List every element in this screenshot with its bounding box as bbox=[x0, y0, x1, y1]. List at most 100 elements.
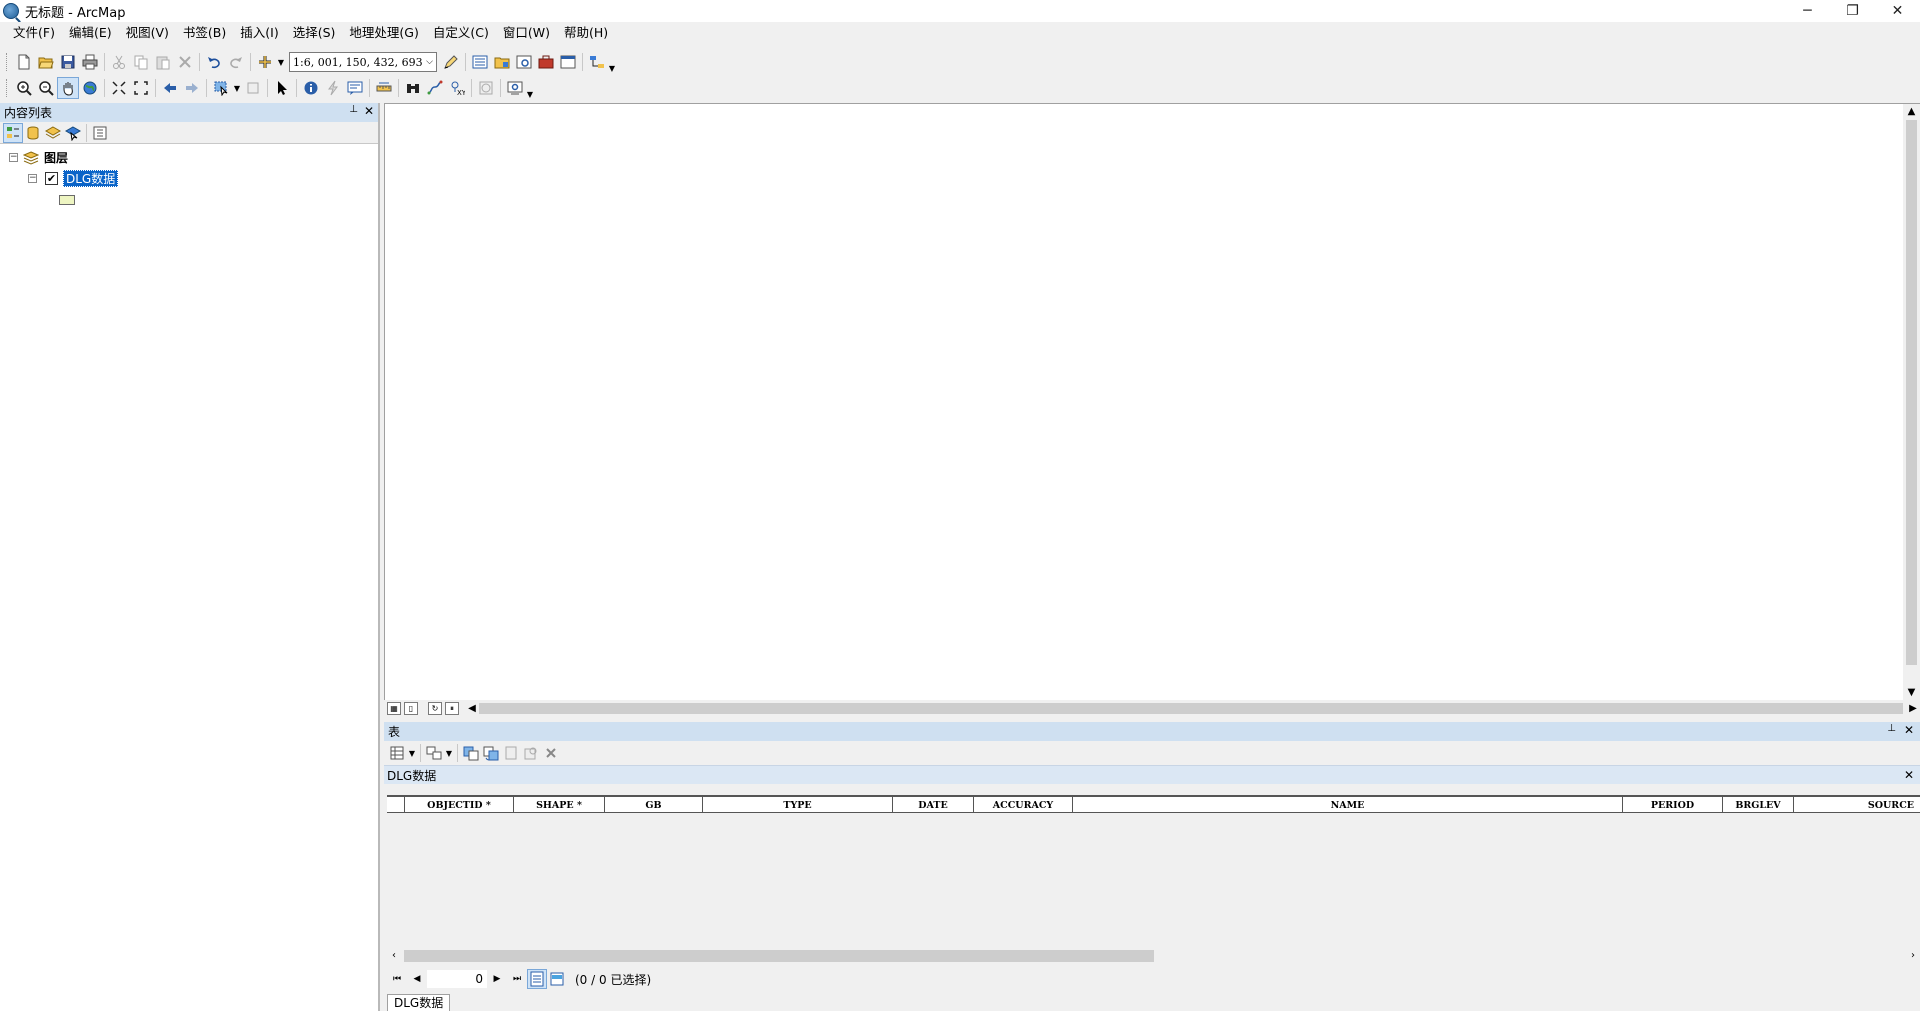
data-view-button[interactable]: ▦ bbox=[387, 702, 401, 715]
first-record-icon[interactable]: ⏮ bbox=[387, 969, 407, 989]
toolbar-overflow-icon[interactable]: ▼ bbox=[526, 77, 534, 99]
menu-windows[interactable]: 窗口(W) bbox=[496, 23, 557, 43]
column-header-accuracy[interactable]: ACCURACY bbox=[974, 797, 1073, 813]
menu-view[interactable]: 视图(V) bbox=[119, 23, 176, 43]
next-record-icon[interactable]: ▶ bbox=[487, 969, 507, 989]
hyperlink-button[interactable] bbox=[322, 77, 344, 99]
menu-bookmarks[interactable]: 书签(B) bbox=[176, 23, 233, 43]
toolbar-overflow-icon[interactable]: ▼ bbox=[608, 51, 616, 73]
save-button[interactable] bbox=[57, 51, 79, 73]
clear-selection-button[interactable] bbox=[242, 77, 264, 99]
identify-button[interactable] bbox=[300, 77, 322, 99]
list-by-drawing-order-button[interactable] bbox=[3, 122, 23, 143]
layout-view-button[interactable]: ▯ bbox=[404, 702, 418, 715]
menu-geoprocessing[interactable]: 地理处理(G) bbox=[342, 23, 425, 43]
fixed-zoom-out-button[interactable] bbox=[130, 77, 152, 99]
full-extent-button[interactable] bbox=[79, 77, 101, 99]
scroll-right-icon[interactable]: › bbox=[1906, 947, 1920, 964]
delete-selected-button[interactable] bbox=[541, 743, 561, 763]
attribute-table-close-button[interactable]: ✕ bbox=[1904, 768, 1914, 782]
measure-button[interactable] bbox=[373, 77, 395, 99]
column-header-objectid[interactable]: OBJECTID * bbox=[405, 797, 514, 813]
pause-drawing-icon[interactable]: ⏸ bbox=[445, 702, 459, 715]
column-header-gb[interactable]: GB bbox=[605, 797, 703, 813]
close-button[interactable]: ✕ bbox=[1875, 0, 1920, 22]
menu-edit[interactable]: 编辑(E) bbox=[62, 23, 119, 43]
table-options-dropdown-icon[interactable]: ▼ bbox=[407, 743, 417, 763]
polygon-symbol-swatch[interactable] bbox=[59, 194, 75, 205]
column-header-shape[interactable]: SHAPE * bbox=[514, 797, 605, 813]
go-to-xy-button[interactable]: XY bbox=[446, 77, 468, 99]
copy-button[interactable] bbox=[130, 51, 152, 73]
arctoolbox-button[interactable] bbox=[535, 51, 557, 73]
related-tables-button[interactable] bbox=[424, 743, 444, 763]
add-data-button[interactable] bbox=[254, 51, 276, 73]
table-tab-dlg[interactable]: DLG数据 bbox=[387, 994, 451, 1011]
table-horizontal-scrollbar[interactable]: ‹ › bbox=[387, 947, 1920, 964]
select-features-button[interactable] bbox=[210, 77, 232, 99]
time-slider-button[interactable] bbox=[475, 77, 497, 99]
scroll-down-icon[interactable]: ▼ bbox=[1903, 685, 1920, 701]
print-button[interactable] bbox=[79, 51, 101, 73]
scroll-thumb[interactable] bbox=[404, 950, 1154, 962]
column-header-name[interactable]: NAME bbox=[1073, 797, 1623, 813]
arcmap-app-icon[interactable] bbox=[3, 3, 19, 19]
toc-close-button[interactable]: ✕ bbox=[364, 104, 374, 118]
paste-button[interactable] bbox=[152, 51, 174, 73]
list-by-selection-button[interactable] bbox=[63, 123, 83, 143]
list-by-visibility-button[interactable] bbox=[43, 123, 63, 143]
clear-table-selection-button[interactable] bbox=[501, 743, 521, 763]
select-by-attributes-button[interactable] bbox=[461, 743, 481, 763]
python-window-button[interactable] bbox=[557, 51, 579, 73]
table-options-button[interactable] bbox=[387, 743, 407, 763]
menu-customize[interactable]: 自定义(C) bbox=[426, 23, 496, 43]
zoom-in-button[interactable] bbox=[13, 77, 35, 99]
row-selector-header[interactable] bbox=[387, 797, 405, 813]
delete-button[interactable] bbox=[174, 51, 196, 73]
undo-button[interactable] bbox=[203, 51, 225, 73]
toolbar-grip[interactable] bbox=[6, 79, 10, 97]
minimize-button[interactable]: ─ bbox=[1785, 0, 1830, 22]
add-data-dropdown-icon[interactable]: ▼ bbox=[276, 51, 286, 73]
zoom-out-button[interactable] bbox=[35, 77, 57, 99]
go-forward-extent-button[interactable] bbox=[181, 77, 203, 99]
table-window-close-button[interactable]: ✕ bbox=[1904, 723, 1914, 737]
map-horizontal-scrollbar[interactable]: ◀ ▶ bbox=[465, 700, 1920, 717]
show-selected-records-button[interactable] bbox=[547, 969, 567, 989]
switch-selection-button[interactable] bbox=[481, 743, 501, 763]
pin-icon[interactable]: ⊥ bbox=[349, 104, 358, 118]
collapse-icon[interactable]: − bbox=[28, 174, 37, 183]
scroll-thumb[interactable] bbox=[479, 703, 1903, 714]
pin-icon[interactable]: ⊥ bbox=[1887, 723, 1896, 737]
previous-record-icon[interactable]: ◀ bbox=[407, 969, 427, 989]
column-header-period[interactable]: PERIOD bbox=[1623, 797, 1723, 813]
column-header-brglev[interactable]: BRGLEV bbox=[1723, 797, 1794, 813]
refresh-view-icon[interactable]: ↻ bbox=[428, 702, 442, 715]
editor-toolbar-button[interactable] bbox=[440, 51, 462, 73]
html-popup-button[interactable] bbox=[344, 77, 366, 99]
select-dropdown-icon[interactable]: ▼ bbox=[232, 77, 242, 99]
column-header-date[interactable]: DATE bbox=[893, 797, 974, 813]
scroll-up-icon[interactable]: ▲ bbox=[1903, 104, 1920, 120]
scroll-left-icon[interactable]: ◀ bbox=[465, 700, 479, 717]
layer-name-label[interactable]: DLG数据 bbox=[63, 170, 119, 187]
fixed-zoom-in-button[interactable] bbox=[108, 77, 130, 99]
redo-button[interactable] bbox=[225, 51, 247, 73]
go-back-extent-button[interactable] bbox=[159, 77, 181, 99]
show-all-records-button[interactable] bbox=[527, 969, 547, 989]
attribute-grid[interactable]: OBJECTID * SHAPE * GB TYPE DATE ACCURACY… bbox=[387, 795, 1920, 947]
related-tables-dropdown-icon[interactable]: ▼ bbox=[444, 743, 454, 763]
pan-button[interactable] bbox=[57, 77, 79, 99]
map-scale-combobox[interactable]: 1:6, 001, 150, 432, 693 ⌵ bbox=[289, 52, 437, 72]
map-vertical-scrollbar[interactable]: ▲ ▼ bbox=[1903, 104, 1920, 701]
menu-file[interactable]: 文件(F) bbox=[6, 23, 62, 43]
collapse-icon[interactable]: − bbox=[9, 153, 18, 162]
find-button[interactable] bbox=[402, 77, 424, 99]
menu-insert[interactable]: 插入(I) bbox=[233, 23, 285, 43]
table-of-contents-window-button[interactable] bbox=[469, 51, 491, 73]
catalog-window-button[interactable] bbox=[491, 51, 513, 73]
menu-selection[interactable]: 选择(S) bbox=[286, 23, 343, 43]
layers-root-node[interactable]: − 图层 bbox=[0, 147, 378, 168]
scroll-thumb[interactable] bbox=[1906, 120, 1917, 665]
select-elements-button[interactable] bbox=[271, 77, 293, 99]
